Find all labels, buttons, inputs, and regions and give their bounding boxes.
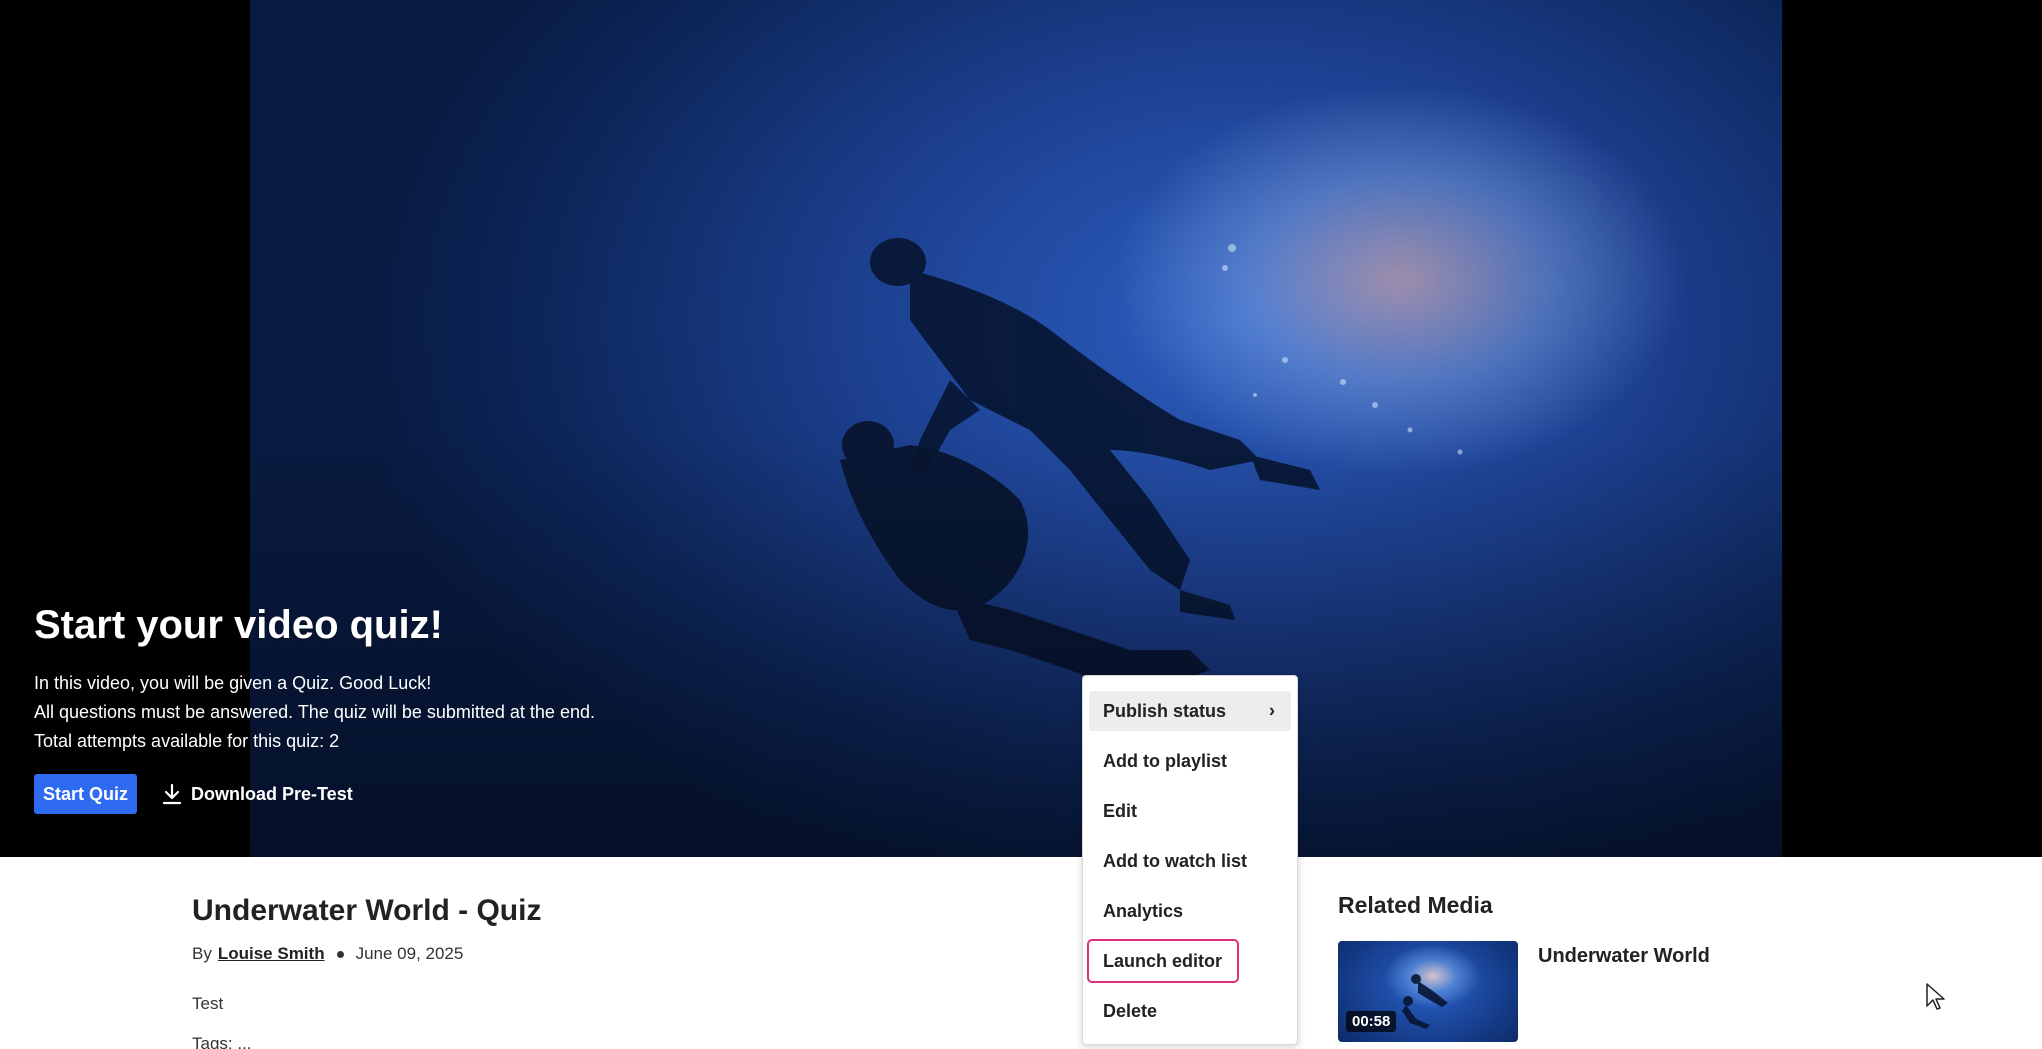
menu-item-label: Analytics — [1103, 900, 1184, 921]
author-link[interactable]: Louise Smith — [218, 944, 325, 964]
quiz-actions: Start Quiz Download Pre-Test — [34, 774, 595, 814]
quiz-intro: Start your video quiz! In this video, yo… — [34, 603, 595, 814]
duration-badge: 00:58 — [1346, 1011, 1397, 1032]
quiz-intro-line: Total attempts available for this quiz: … — [34, 731, 340, 751]
download-pretest-button[interactable]: Download Pre-Test — [161, 783, 353, 805]
menu-item-delete[interactable]: Delete — [1089, 991, 1291, 1031]
quiz-intro-line: All questions must be answered. The quiz… — [34, 702, 595, 722]
menu-item-publish-status[interactable]: Publish status › — [1089, 691, 1291, 731]
mouse-cursor-icon — [1926, 983, 1945, 1010]
separator-dot — [336, 950, 344, 958]
related-media-title[interactable]: Underwater World — [1538, 945, 1710, 1042]
related-media-heading: Related Media — [1338, 892, 1493, 918]
menu-item-label: Publish status — [1103, 700, 1227, 721]
menu-item-label: Delete — [1103, 1000, 1158, 1021]
page: Start your video quiz! In this video, yo… — [0, 0, 2042, 1049]
menu-item-label: Add to playlist — [1103, 750, 1228, 771]
media-title: Underwater World - Quiz — [192, 894, 542, 927]
related-media-thumbnail[interactable]: 00:58 — [1338, 941, 1518, 1042]
media-description: Test — [192, 994, 224, 1013]
menu-item-label: Add to watch list — [1103, 850, 1247, 871]
media-tags: Tags: ... — [192, 1034, 252, 1049]
chevron-right-icon: › — [1269, 700, 1275, 721]
menu-item-analytics[interactable]: Analytics — [1089, 891, 1291, 931]
menu-item-label: Launch editor — [1103, 950, 1223, 971]
menu-item-add-to-playlist[interactable]: Add to playlist — [1089, 741, 1291, 781]
download-pretest-label: Download Pre-Test — [191, 783, 353, 804]
video-player[interactable]: Start your video quiz! In this video, yo… — [0, 0, 2042, 857]
start-quiz-button[interactable]: Start Quiz — [34, 774, 138, 814]
quiz-intro-line: In this video, you will be given a Quiz.… — [34, 673, 432, 693]
byline-prefix: By — [192, 944, 212, 963]
related-media: Related Media 00:58 Underwater World — [1338, 892, 1710, 1042]
menu-item-add-to-watch-list[interactable]: Add to watch list — [1089, 841, 1291, 881]
menu-item-label: Edit — [1103, 800, 1137, 821]
byline: By Louise Smith June 09, 2025 — [192, 944, 541, 964]
quiz-intro-title: Start your video quiz! — [34, 603, 443, 647]
publish-date: June 09, 2025 — [355, 944, 464, 963]
menu-item-launch-editor[interactable]: Launch editor — [1087, 939, 1239, 983]
actions-menu: Publish status › Add to playlist Edit Ad… — [1082, 675, 1298, 1045]
menu-item-edit[interactable]: Edit — [1089, 791, 1291, 831]
media-details: Underwater World - Quiz By Louise Smith … — [192, 894, 541, 1049]
related-media-item[interactable]: 00:58 Underwater World — [1338, 941, 1710, 1042]
download-icon — [162, 783, 182, 805]
